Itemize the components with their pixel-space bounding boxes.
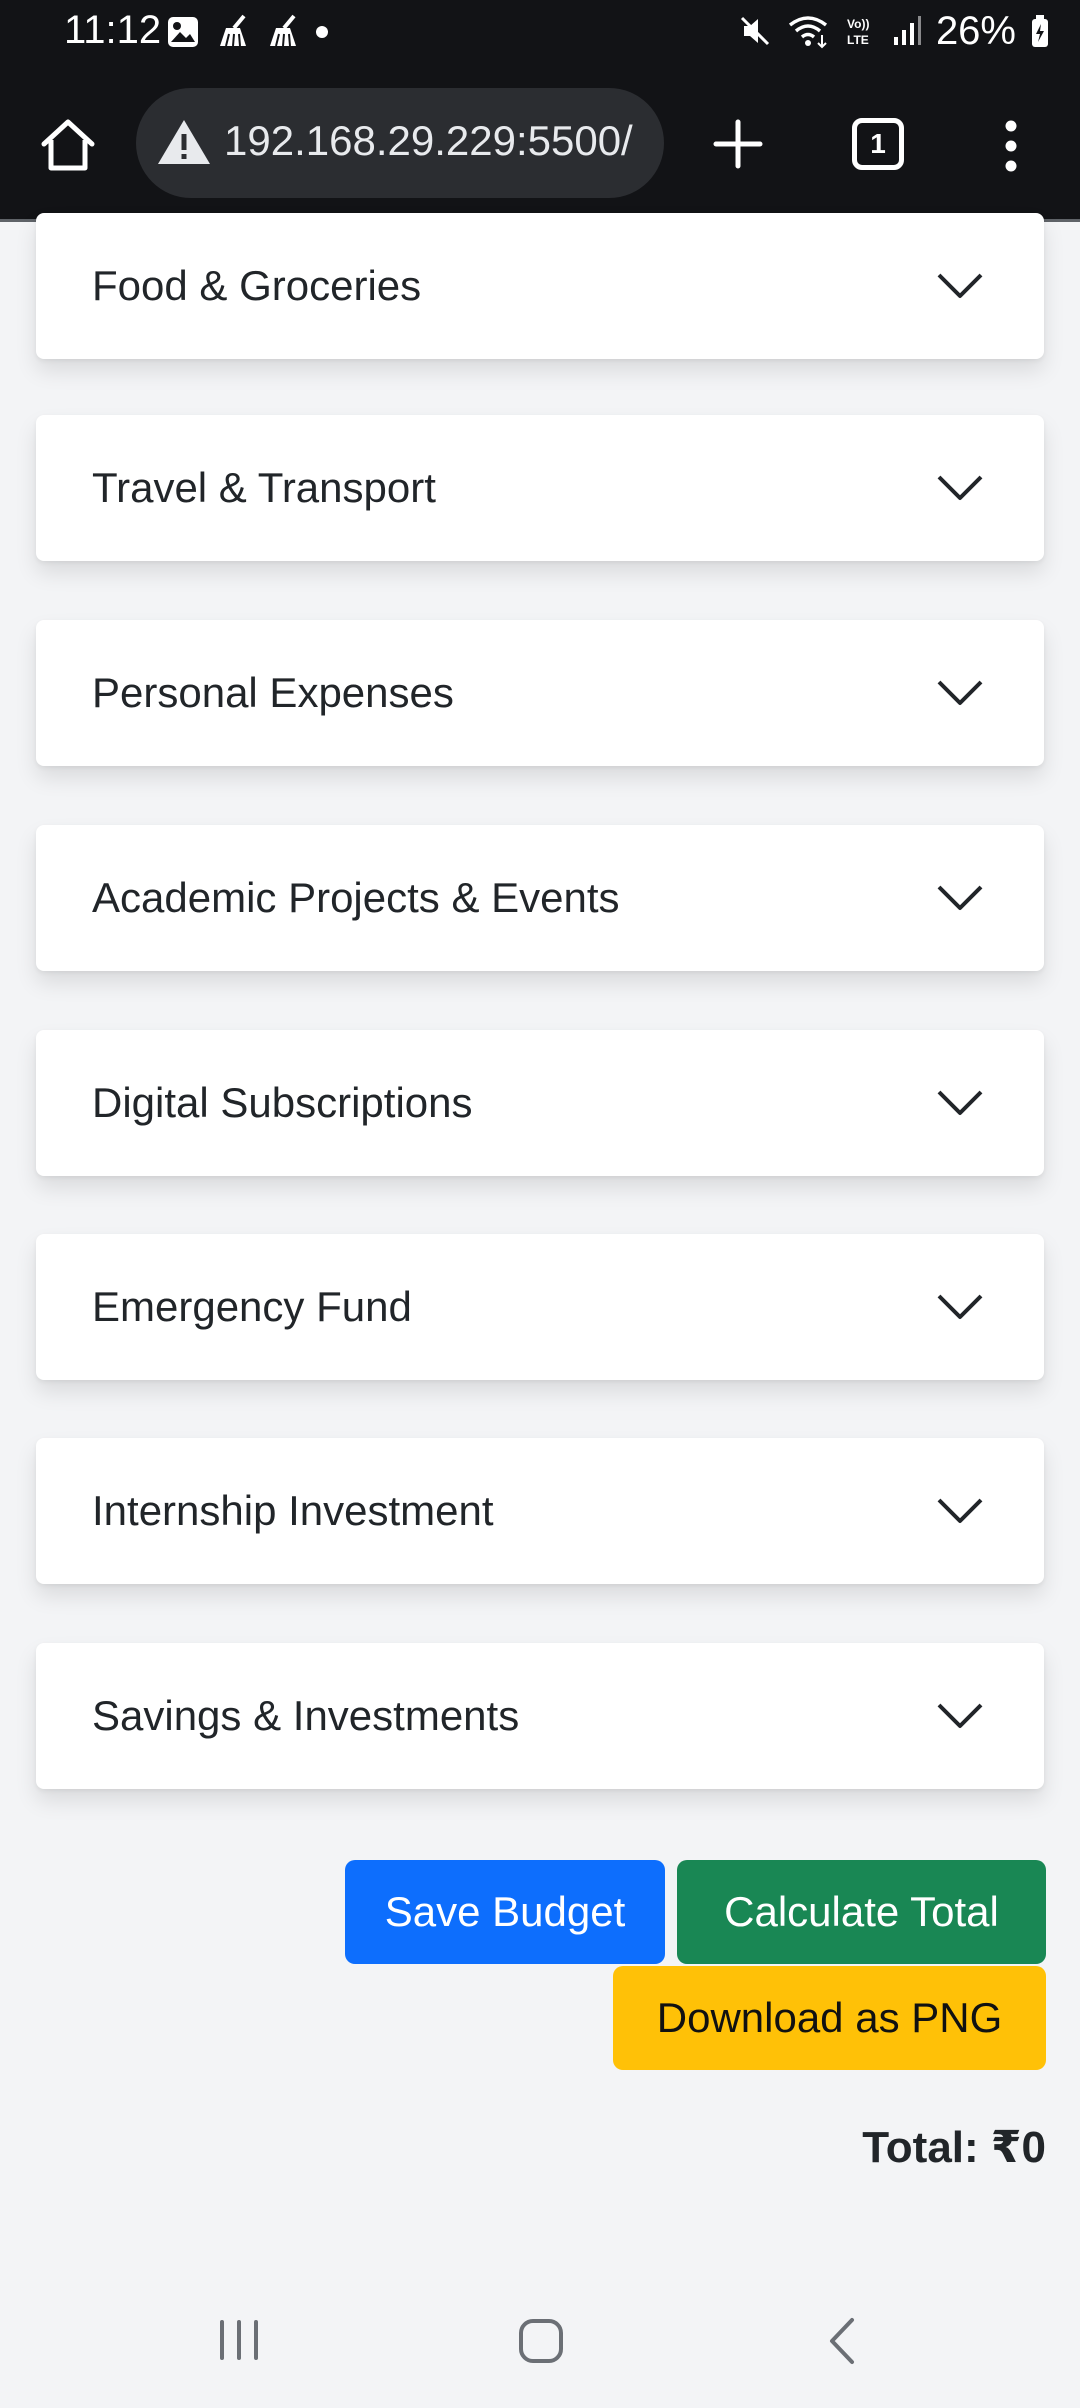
chevron-down-icon [937,680,983,705]
back-icon[interactable] [826,2316,856,2366]
chevron-down-icon [937,1090,983,1115]
total-amount: Total: ₹0 [862,2123,1046,2172]
accordion-label: Food & Groceries [92,262,422,309]
accordion-item-travel-transport[interactable]: Travel & Transport [36,415,1044,561]
accordion-item-food-groceries[interactable]: Food & Groceries [36,213,1044,359]
accordion-label: Emergency Fund [92,1283,412,1330]
signal-icon [893,16,921,45]
more-menu-icon[interactable] [996,116,1026,176]
volte-icon: Vo)) LTE [847,17,869,47]
chevron-down-icon [937,1703,983,1728]
cleaner-icon [220,14,246,47]
accordion-item-digital-subscriptions[interactable]: Digital Subscriptions [36,1030,1044,1176]
url-text[interactable]: 192.168.29.229:5500/ [224,117,633,165]
accordion-item-academic-projects-events[interactable]: Academic Projects & Events [36,825,1044,971]
accordion-item-savings-investments[interactable]: Savings & Investments [36,1643,1044,1789]
accordion-label: Travel & Transport [92,464,436,511]
image-icon [168,17,198,47]
new-tab-icon[interactable] [708,114,768,174]
tab-switcher-button[interactable]: 1 [852,118,904,170]
accordion-label: Savings & Investments [92,1692,520,1739]
accordion-label: Internship Investment [92,1487,494,1534]
chevron-down-icon [937,885,983,910]
save-budget-button[interactable]: Save Budget [345,1860,665,1964]
chevron-down-icon [937,1498,983,1523]
battery-charging-icon [1032,15,1048,47]
notification-icons [166,12,330,52]
download-png-button[interactable]: Download as PNG [613,1966,1046,2070]
recent-apps-icon[interactable] [216,2320,262,2360]
chevron-down-icon [937,1294,983,1319]
accordion-item-emergency-fund[interactable]: Emergency Fund [36,1234,1044,1380]
cleaner-icon [270,14,296,47]
accordion-item-internship-investment[interactable]: Internship Investment [36,1438,1044,1584]
svg-text:Vo)): Vo)) [847,17,869,31]
warning-icon[interactable] [156,116,212,168]
accordion-label: Digital Subscriptions [92,1079,473,1126]
address-bar[interactable]: 192.168.29.229:5500/ [136,88,664,198]
svg-text:LTE: LTE [847,33,869,47]
browser-toolbar: 192.168.29.229:5500/ 1 [0,62,1080,222]
home-icon[interactable] [36,114,100,178]
battery-percent: 26% [935,8,1016,53]
dot-icon [316,26,328,38]
chevron-down-icon [937,475,983,500]
chevron-down-icon [937,273,983,298]
status-bar: 11:12 Vo)) LTE 26% [0,0,1080,62]
system-navigation-bar [0,2270,1080,2408]
accordion-label: Personal Expenses [92,669,454,716]
mute-icon [740,16,769,46]
accordion-label: Academic Projects & Events [92,874,620,921]
home-nav-icon[interactable] [518,2318,564,2364]
accordion-item-personal-expenses[interactable]: Personal Expenses [36,620,1044,766]
wifi-icon [788,16,828,49]
system-icons: Vo)) LTE 26% [738,8,1050,53]
status-time: 11:12 [64,8,162,52]
calculate-total-button[interactable]: Calculate Total [677,1860,1046,1964]
